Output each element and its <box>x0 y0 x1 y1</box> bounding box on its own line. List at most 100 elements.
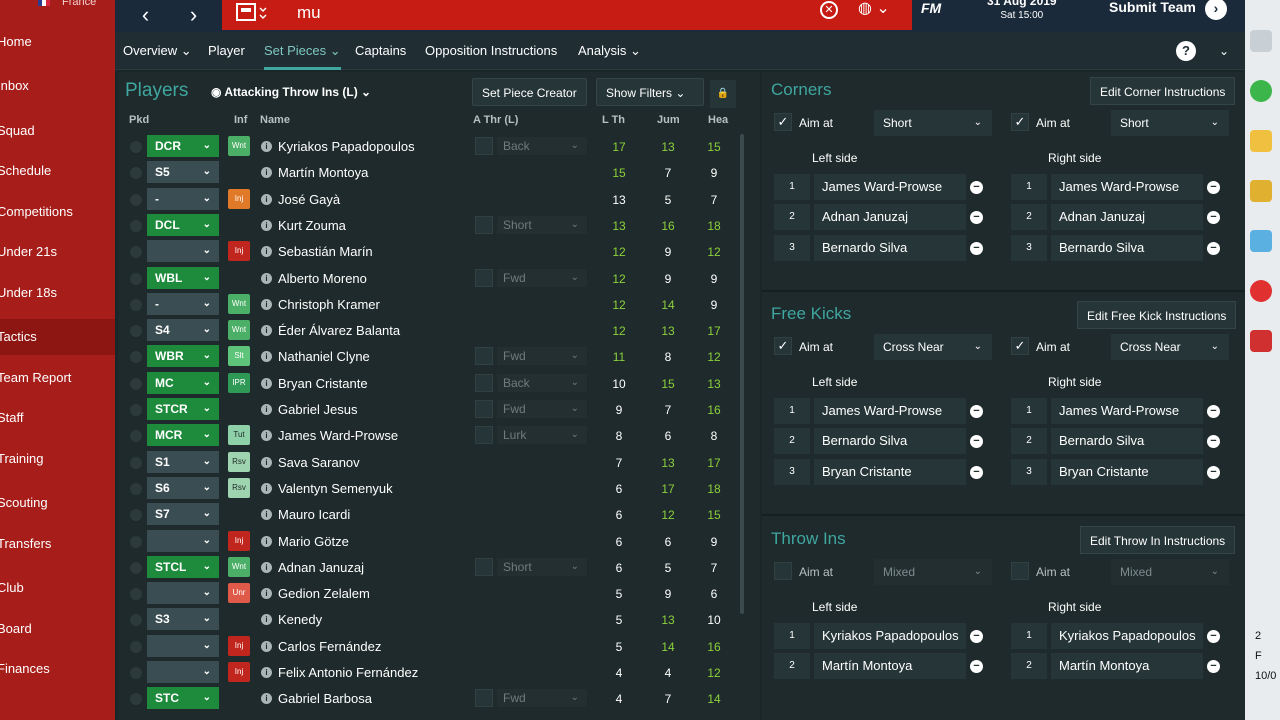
remove-taker-icon[interactable]: − <box>1207 241 1220 255</box>
taker-select[interactable]: Adnan Januzaj <box>814 204 966 231</box>
tab-captains[interactable]: Captains <box>355 32 406 70</box>
edit-instructions-button[interactable]: Edit Free Kick Instructions <box>1077 301 1237 329</box>
fm-logo[interactable]: FM <box>921 0 941 16</box>
position-select[interactable]: S7 ⌄ <box>147 503 219 526</box>
status-badge[interactable]: Inj <box>228 662 250 682</box>
clear-search-icon[interactable]: ✕ <box>820 1 838 19</box>
tab-overview[interactable]: Overview ⌄ <box>123 32 192 70</box>
taker-select[interactable]: Kyriakos Papadopoulos <box>1051 623 1203 649</box>
pick-toggle[interactable] <box>130 614 142 627</box>
status-badge[interactable]: Wnt <box>228 136 250 156</box>
pick-toggle[interactable] <box>130 272 142 285</box>
player-name[interactable]: Kenedy <box>278 607 322 633</box>
remove-taker-icon[interactable]: − <box>1207 211 1220 225</box>
table-row[interactable]: ⌄ Inj i Sebastián Marín 12 9 12 <box>118 239 746 265</box>
remove-taker-icon[interactable]: − <box>970 211 983 225</box>
info-icon[interactable]: i <box>261 509 272 521</box>
sidebar-item-scouting[interactable]: Scouting <box>0 485 115 521</box>
table-row[interactable]: WBR ⌄ Slt i Nathaniel Clyne Fwd ⌄ 11 8 12 <box>118 344 746 370</box>
globe-icon[interactable]: ◍ ⌄ <box>858 0 898 26</box>
position-select[interactable]: MC ⌄ <box>147 371 219 394</box>
aim-checkbox[interactable] <box>774 562 792 580</box>
info-icon[interactable]: i <box>261 325 272 337</box>
taker-select[interactable]: James Ward-Prowse <box>814 398 966 424</box>
tab-set-pieces[interactable]: Set Pieces ⌄ <box>264 32 341 70</box>
athr-role-select[interactable]: Fwd ⌄ <box>497 268 587 287</box>
pick-toggle[interactable] <box>130 482 142 495</box>
set-piece-creator-button[interactable]: Set Piece Creator <box>472 78 587 106</box>
aim-checkbox[interactable]: ✓ <box>774 337 792 355</box>
taker-select[interactable]: Bernardo Silva <box>1051 234 1203 261</box>
taker-select[interactable]: Martín Montoya <box>1051 653 1203 680</box>
info-icon[interactable]: i <box>261 377 272 389</box>
player-name[interactable]: Christoph Kramer <box>278 292 380 318</box>
app-icon[interactable] <box>1250 280 1272 302</box>
status-badge[interactable]: Inj <box>228 530 250 551</box>
taker-select[interactable]: Bernardo Silva <box>814 234 966 261</box>
player-name[interactable]: Gabriel Barbosa <box>278 686 372 712</box>
col-pkd[interactable]: Pkd <box>129 114 149 126</box>
aim-select-right[interactable]: Short ⌄ <box>1111 110 1229 136</box>
position-select[interactable]: DCR ⌄ <box>147 135 219 157</box>
athr-role-select[interactable]: Back ⌄ <box>497 137 587 155</box>
aim-select-right[interactable]: Cross Near ⌄ <box>1111 334 1229 360</box>
info-icon[interactable]: i <box>261 482 272 494</box>
athr-checkbox[interactable] <box>475 689 493 708</box>
pick-toggle[interactable] <box>130 535 142 548</box>
player-name[interactable]: Valentyn Semenyuk <box>278 476 393 502</box>
col-name[interactable]: Name <box>260 114 290 126</box>
pick-toggle[interactable] <box>130 456 142 469</box>
info-icon[interactable]: i <box>261 351 272 363</box>
pick-toggle[interactable] <box>130 141 142 153</box>
sidebar-item-schedule[interactable]: Schedule <box>0 153 115 189</box>
athr-checkbox[interactable] <box>475 373 493 392</box>
tab-analysis[interactable]: Analysis ⌄ <box>578 32 641 70</box>
status-badge[interactable]: Rsv <box>228 477 250 498</box>
position-select[interactable]: ⌄ <box>147 582 219 605</box>
table-row[interactable]: STCL ⌄ Wnt i Adnan Januzaj Short ⌄ 6 5 7 <box>118 555 746 581</box>
sidebar-item-inbox[interactable]: Inbox <box>0 68 115 104</box>
position-select[interactable]: ⌄ <box>147 529 219 552</box>
table-row[interactable]: DCR ⌄ Wnt i Kyriakos Papadopoulos Back ⌄ 17 13 15 <box>118 134 746 160</box>
player-name[interactable]: Sebastián Marín <box>278 239 373 265</box>
remove-taker-icon[interactable]: − <box>1207 405 1220 418</box>
info-icon[interactable]: i <box>261 614 272 626</box>
remove-taker-icon[interactable]: − <box>1207 465 1220 479</box>
aim-select-left[interactable]: Cross Near ⌄ <box>874 334 992 360</box>
taker-select[interactable]: Adnan Januzaj <box>1051 204 1203 231</box>
sidebar-item-under-21s[interactable]: Under 21s <box>0 234 115 270</box>
pick-toggle[interactable] <box>130 193 142 206</box>
remove-taker-icon[interactable]: − <box>1207 630 1220 643</box>
aim-select-left[interactable]: Short ⌄ <box>874 110 992 136</box>
col-jum[interactable]: Jum <box>657 114 680 126</box>
player-name[interactable]: Kurt Zouma <box>278 213 346 239</box>
pick-toggle[interactable] <box>130 246 142 259</box>
table-row[interactable]: DCL ⌄ i Kurt Zouma Short ⌄ 13 16 18 <box>118 213 746 239</box>
player-name[interactable]: Éder Álvarez Balanta <box>278 318 400 344</box>
table-row[interactable]: MC ⌄ IPR i Bryan Cristante Back ⌄ 10 15 13 <box>118 371 746 397</box>
sidebar-item-team-report[interactable]: Team Report <box>0 360 115 396</box>
pick-toggle[interactable] <box>130 588 142 601</box>
info-icon[interactable]: i <box>261 272 272 284</box>
aim-checkbox[interactable]: ✓ <box>1011 337 1029 355</box>
chevron-down-icon[interactable]: ⌄ <box>1219 32 1229 70</box>
athr-role-select[interactable]: Fwd ⌄ <box>497 347 587 366</box>
position-select[interactable]: STCL ⌄ <box>147 555 219 578</box>
aim-checkbox[interactable]: ✓ <box>1011 113 1029 131</box>
taker-select[interactable]: Martín Montoya <box>814 653 966 680</box>
player-name[interactable]: Gabriel Jesus <box>278 397 357 423</box>
table-row[interactable]: S1 ⌄ Rsv i Sava Saranov 7 13 17 <box>118 450 746 476</box>
info-icon[interactable]: i <box>261 404 272 415</box>
tab-player[interactable]: Player <box>208 32 245 70</box>
submit-team-button[interactable]: Submit Team › <box>1097 0 1237 26</box>
table-row[interactable]: S7 ⌄ i Mauro Icardi 6 12 15 <box>118 502 746 528</box>
app-icon[interactable] <box>1250 30 1272 52</box>
player-name[interactable]: Kyriakos Papadopoulos <box>278 134 415 160</box>
aim-select-right[interactable]: Mixed ⌄ <box>1111 559 1229 585</box>
sidebar-item-finances[interactable]: Finances <box>0 651 115 687</box>
table-row[interactable]: STCR ⌄ i Gabriel Jesus Fwd ⌄ 9 7 16 <box>118 397 746 423</box>
position-select[interactable]: DCL ⌄ <box>147 213 219 236</box>
club-crest-icon[interactable] <box>234 2 268 26</box>
remove-taker-icon[interactable]: − <box>970 465 983 479</box>
taker-select[interactable]: Bryan Cristante <box>1051 458 1203 485</box>
